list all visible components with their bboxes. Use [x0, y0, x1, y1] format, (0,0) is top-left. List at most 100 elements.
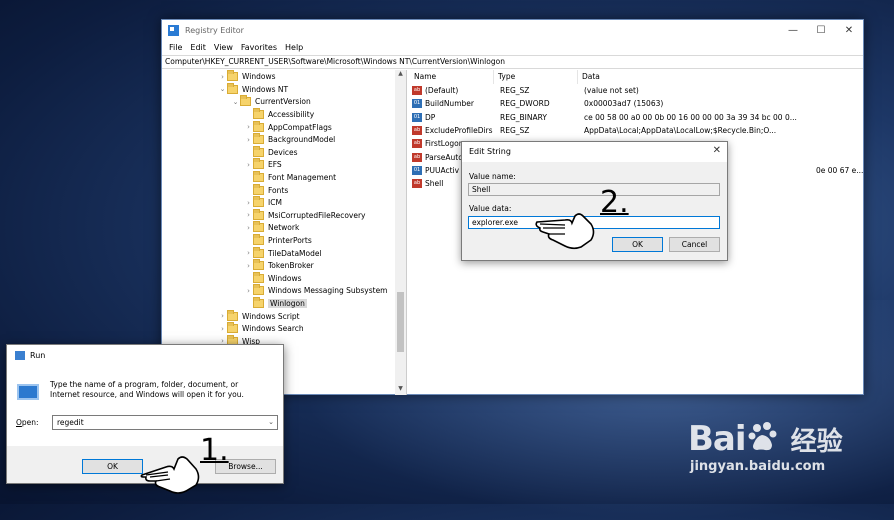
chevron-right-icon[interactable]: › — [244, 211, 253, 219]
value-name: BuildNumber — [425, 99, 474, 109]
tree-item[interactable]: PrinterPorts — [244, 234, 312, 247]
tree-item-label: Windows — [242, 72, 276, 82]
tree-item[interactable]: Windows — [244, 271, 302, 285]
chevron-right-icon[interactable]: › — [244, 262, 253, 270]
chevron-right-icon[interactable]: › — [244, 136, 253, 144]
chevron-right-icon[interactable]: › — [244, 123, 253, 131]
tree-item[interactable]: › EFS — [244, 158, 282, 172]
menu-file[interactable]: File — [165, 41, 186, 55]
menu-edit[interactable]: Edit — [186, 41, 210, 55]
value-name: PUUActiv — [425, 165, 460, 175]
chevron-down-icon[interactable]: ⌄ — [218, 85, 227, 93]
folder-icon — [253, 259, 264, 271]
close-icon[interactable]: ✕ — [835, 20, 863, 40]
step-2-label: 2. — [600, 185, 629, 220]
tree-item[interactable]: Font Management — [244, 171, 336, 184]
folder-icon — [253, 108, 264, 120]
chevron-right-icon[interactable]: › — [244, 249, 253, 257]
folder-icon — [227, 322, 238, 334]
folder-icon — [227, 82, 238, 94]
string-value-icon: ab — [412, 86, 422, 96]
string-value-icon: ab — [412, 126, 422, 136]
menu-view[interactable]: View — [210, 41, 237, 55]
maximize-icon[interactable]: ☐ — [807, 20, 835, 40]
hand-pointer-icon — [535, 213, 595, 250]
value-name-field: Shell — [468, 183, 720, 196]
chevron-down-icon[interactable]: ⌄ — [268, 416, 274, 429]
folder-icon — [253, 234, 264, 246]
tree-item[interactable]: › AppCompatFlags — [244, 120, 332, 134]
tree-item[interactable]: › Windows Search — [218, 322, 304, 336]
open-label-text: pen: — [21, 418, 39, 427]
tree-item-label: AppCompatFlags — [268, 122, 332, 132]
minimize-icon[interactable]: — — [779, 20, 807, 40]
tree-item[interactable]: Fonts — [244, 183, 288, 197]
tree-item[interactable]: › Windows Messaging Subsystem — [244, 284, 388, 298]
folder-icon — [240, 95, 251, 107]
chevron-right-icon[interactable]: › — [244, 161, 253, 169]
open-input[interactable]: regedit ⌄ — [52, 415, 278, 430]
value-row[interactable]: 01 BuildNumber REG_DWORD 0x00003ad7 (15063) — [410, 97, 864, 110]
tree-item-label: ICM — [268, 198, 282, 208]
scroll-down-icon[interactable]: ▼ — [395, 385, 406, 395]
value-name-cell: 01 DP — [410, 111, 494, 124]
tree-item-label: Winlogon — [268, 299, 307, 309]
open-input-value: regedit — [57, 418, 84, 427]
chevron-right-icon[interactable]: › — [218, 325, 227, 333]
column-data[interactable]: Data — [578, 70, 864, 84]
tree-scrollbar[interactable]: ▲ ▼ — [395, 70, 406, 395]
run-ok-button[interactable]: OK — [82, 459, 143, 474]
title-bar: Registry Editor — [162, 20, 863, 41]
tree-item[interactable]: Devices — [244, 145, 298, 159]
column-type[interactable]: Type — [494, 70, 578, 84]
folder-icon — [253, 271, 264, 283]
tree-item[interactable]: › Windows — [218, 70, 276, 84]
value-row[interactable]: 01 DP REG_BINARY ce 00 58 00 a0 00 0b 00 16… — [410, 111, 864, 124]
value-type: REG_SZ — [500, 86, 530, 95]
scroll-thumb[interactable] — [397, 292, 404, 352]
tree-item-label: Windows — [268, 273, 302, 283]
watermark-url: jingyan.baidu.com — [690, 459, 826, 474]
value-name: ExcludeProfileDirs — [425, 126, 493, 136]
chevron-right-icon[interactable]: › — [244, 287, 253, 295]
tree-item[interactable]: › TokenBroker — [244, 259, 314, 273]
chevron-right-icon[interactable]: › — [244, 199, 253, 207]
cancel-button[interactable]: Cancel — [669, 237, 720, 252]
value-type: REG_BINARY — [500, 112, 547, 122]
folder-icon — [253, 246, 264, 258]
tree-item[interactable]: Accessibility — [244, 108, 314, 121]
value-name-cell: ab (Default) — [410, 84, 494, 97]
tree-item-label: Font Management — [268, 173, 337, 183]
tree-item[interactable]: ⌄ CurrentVersion — [231, 95, 311, 109]
step-1-label: 1. — [200, 433, 229, 468]
menu-favorites[interactable]: Favorites — [237, 41, 281, 55]
column-name[interactable]: Name — [410, 70, 494, 84]
folder-icon — [253, 120, 264, 132]
tree-item[interactable]: › ICM — [244, 196, 282, 210]
tree-item[interactable]: › Windows Script — [218, 309, 300, 323]
watermark-brand: Bai — [688, 419, 747, 459]
ok-button[interactable]: OK — [612, 237, 663, 252]
tree-item[interactable]: › TileDataModel — [244, 246, 322, 260]
close-icon[interactable]: ✕ — [713, 145, 721, 156]
value-name-cell: 01 BuildNumber — [410, 97, 494, 110]
value-name: FirstLogon — [425, 139, 464, 149]
chevron-right-icon[interactable]: › — [218, 73, 227, 81]
value-row[interactable]: ab (Default) REG_SZ (value not set) — [410, 84, 864, 97]
menu-help[interactable]: Help — [281, 41, 307, 55]
run-title-bar: Run — [7, 345, 283, 366]
address-bar[interactable]: Computer\HKEY_CURRENT_USER\Software\Micr… — [162, 55, 863, 69]
chevron-right-icon[interactable]: › — [244, 224, 253, 232]
tree-item[interactable]: › BackgroundModel — [244, 133, 335, 147]
tree-item[interactable]: ⌄ Windows NT — [218, 82, 288, 96]
hand-pointer-icon — [140, 456, 200, 494]
value-row[interactable]: ab ExcludeProfileDirs REG_SZ AppData\Local;… — [410, 124, 864, 137]
tree-item[interactable]: › Network — [244, 221, 299, 235]
chevron-down-icon[interactable]: ⌄ — [231, 98, 240, 106]
value-name-cell: ab ExcludeProfileDirs — [410, 124, 494, 137]
tree-item[interactable]: › MsiCorruptedFileRecovery — [244, 208, 365, 222]
tree-item[interactable]: Winlogon — [244, 297, 307, 310]
menu-bar: File Edit View Favorites Help — [162, 41, 863, 55]
scroll-up-icon[interactable]: ▲ — [395, 70, 406, 80]
chevron-right-icon[interactable]: › — [218, 312, 227, 320]
